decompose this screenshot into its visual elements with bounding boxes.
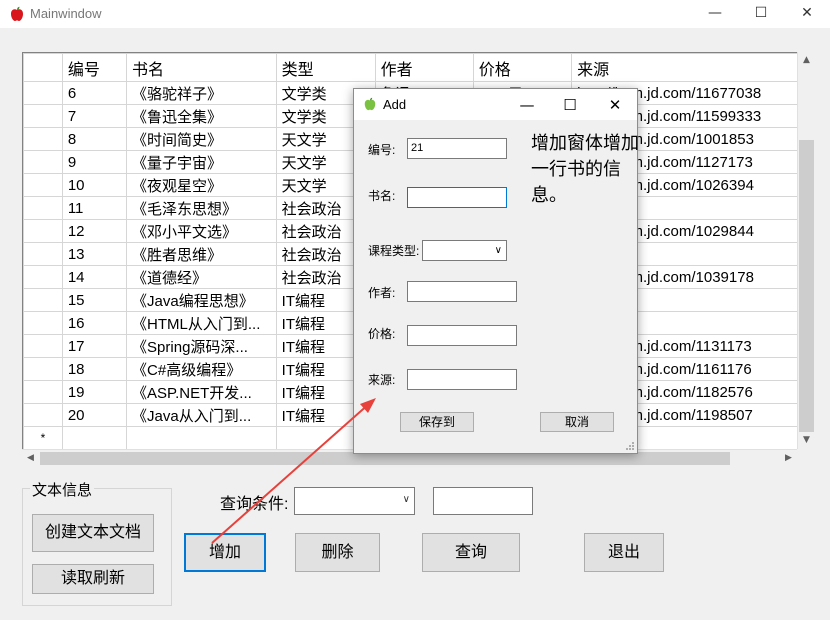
- annotation-arrow: [211, 398, 376, 544]
